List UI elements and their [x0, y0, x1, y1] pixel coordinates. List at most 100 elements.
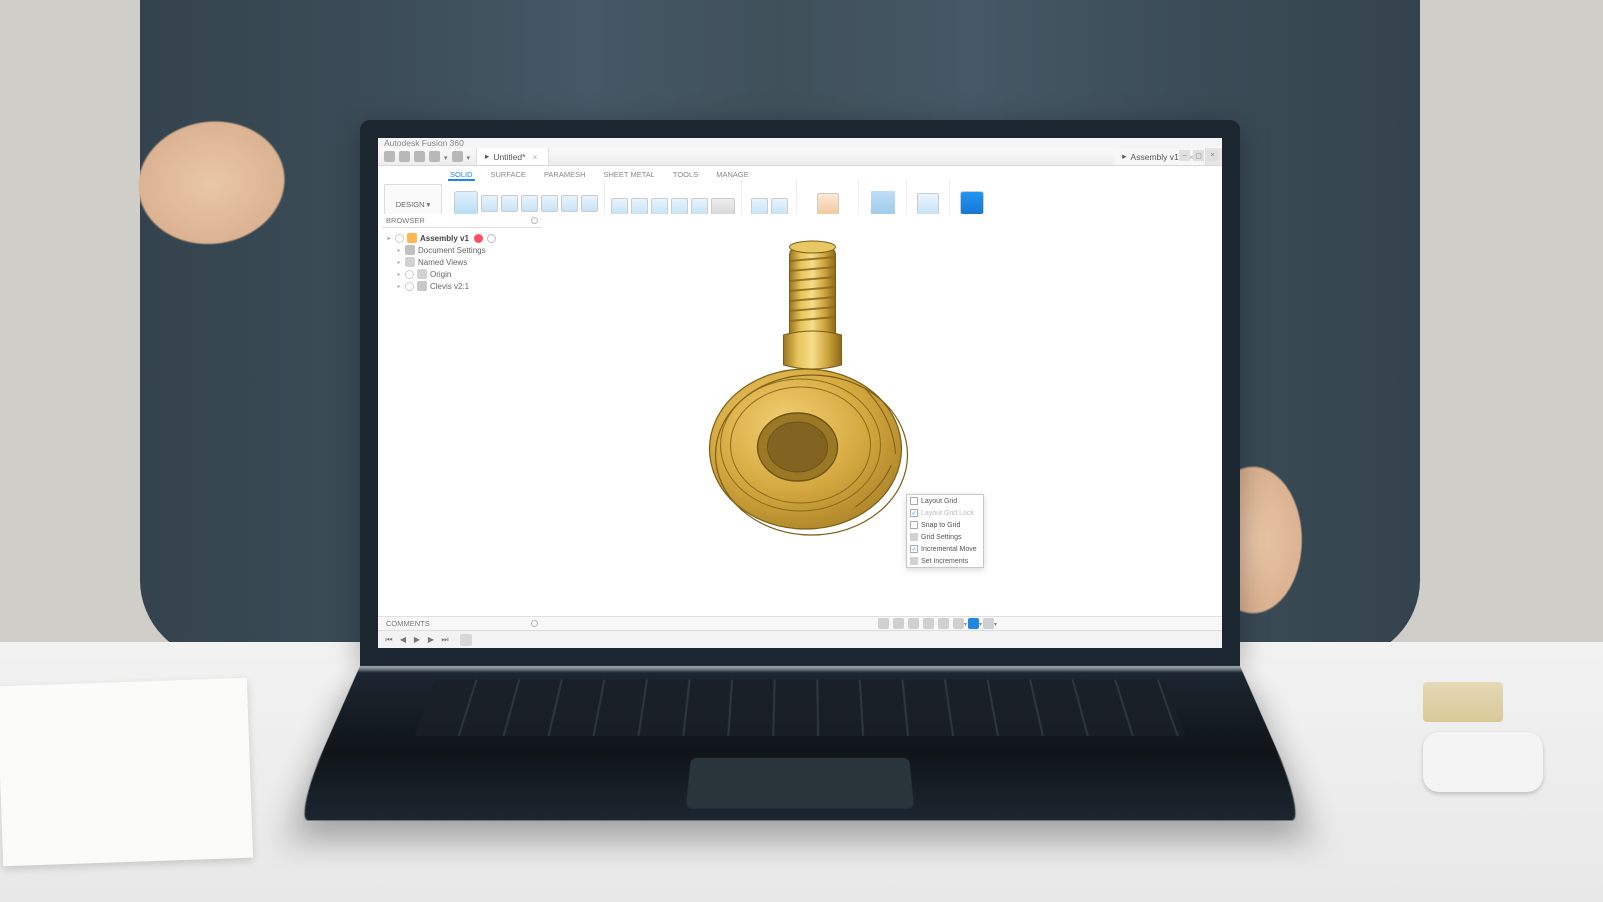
file-menu-icon[interactable]	[399, 151, 410, 162]
clevis-part[interactable]	[706, 239, 916, 559]
expand-icon[interactable]: ▸	[396, 247, 402, 254]
close-icon[interactable]: ×	[1207, 150, 1218, 161]
checkbox-icon[interactable]: ✓	[910, 545, 918, 553]
fusion-logo-icon: ▸	[485, 151, 489, 162]
redo-icon[interactable]	[452, 151, 463, 162]
checkbox-icon[interactable]	[910, 521, 918, 529]
tree-item-origin[interactable]: ▸ Origin	[382, 268, 542, 280]
shell-button[interactable]	[671, 198, 688, 215]
pan-icon[interactable]	[908, 618, 919, 629]
timeline-next-icon[interactable]: ▶	[426, 635, 436, 645]
tree-item-clevis[interactable]: ▸ Clevis v2:1	[382, 280, 542, 292]
menu-label: Layout Grid Lock	[921, 510, 974, 517]
timeline-last-icon[interactable]: ⏭	[440, 635, 450, 645]
checkbox-icon: ✓	[910, 509, 918, 517]
press-pull-button[interactable]	[611, 198, 628, 215]
fillet-button[interactable]	[631, 198, 648, 215]
gear-icon	[405, 245, 415, 255]
menu-label: Grid Settings	[921, 534, 961, 541]
timeline-bar: ⏮ ◀ ▶ ▶ ⏭	[378, 630, 1222, 648]
sketch-button[interactable]	[454, 191, 478, 215]
timeline-prev-icon[interactable]: ◀	[398, 635, 408, 645]
increments-icon	[910, 557, 918, 565]
sweep-button[interactable]	[521, 195, 538, 212]
app-title: Autodesk Fusion 360	[384, 138, 464, 148]
construct-plane-button[interactable]	[817, 193, 839, 215]
app-window: Autodesk Fusion 360 ▸ Untitled* ×	[378, 138, 1222, 648]
visibility-icon[interactable]	[405, 270, 414, 279]
comments-header[interactable]: COMMENTS	[382, 616, 542, 630]
menu-label: Layout Grid	[921, 498, 957, 505]
rib-button[interactable]	[561, 195, 578, 212]
collapse-icon[interactable]	[531, 620, 538, 627]
fusion-logo-icon: ▸	[1122, 151, 1126, 162]
loft-button[interactable]	[541, 195, 558, 212]
undo-icon[interactable]	[429, 151, 440, 162]
data-panel-icon[interactable]	[384, 151, 395, 162]
undo-dropdown-icon[interactable]	[444, 152, 448, 162]
tree-label: Named Views	[418, 258, 467, 267]
document-tab-bar: ▸ Untitled* × ▸ Assembly v1* × + – ▢ ×	[378, 148, 1222, 166]
save-icon[interactable]	[414, 151, 425, 162]
expand-icon[interactable]: ▸	[396, 271, 402, 278]
orbit-icon[interactable]	[878, 618, 889, 629]
link-icon	[417, 281, 427, 291]
redo-dropdown-icon[interactable]	[467, 152, 471, 162]
checkbox-icon[interactable]	[910, 497, 918, 505]
tree-item-named-views[interactable]: ▸ Named Views	[382, 256, 542, 268]
display-settings-icon[interactable]	[953, 618, 964, 629]
visibility-icon[interactable]	[395, 234, 404, 243]
trackpad	[686, 758, 915, 809]
grid-snap-icon[interactable]	[968, 618, 979, 629]
collapse-icon[interactable]	[531, 217, 538, 224]
visibility-icon[interactable]	[405, 282, 414, 291]
browser-tree: ▸ Assembly v1 ▸ Document Settings	[382, 228, 542, 296]
chamfer-button[interactable]	[651, 198, 668, 215]
phone-prop	[1423, 732, 1543, 792]
menu-item-snap-to-grid[interactable]: Snap to Grid	[907, 519, 983, 531]
expand-icon[interactable]: ▸	[396, 283, 402, 290]
badge-icon	[487, 234, 496, 243]
minimize-icon[interactable]: –	[1179, 150, 1190, 161]
laptop: Autodesk Fusion 360 ▸ Untitled* ×	[360, 120, 1240, 846]
menu-label: Snap to Grid	[921, 522, 960, 529]
viewport-icon[interactable]	[983, 618, 994, 629]
measure-button[interactable]	[871, 191, 895, 215]
as-built-joint-button[interactable]	[771, 198, 788, 215]
browser-header[interactable]: BROWSER	[382, 214, 542, 228]
joint-button[interactable]	[751, 198, 768, 215]
keyboard-keys	[415, 680, 1185, 736]
expand-icon[interactable]: ▸	[396, 259, 402, 266]
insert-button[interactable]	[917, 193, 939, 215]
grid-icon	[910, 533, 918, 541]
menu-item-layout-grid[interactable]: Layout Grid	[907, 495, 983, 507]
tree-label: Assembly v1	[420, 234, 469, 243]
maximize-icon[interactable]: ▢	[1193, 150, 1204, 161]
select-button[interactable]	[960, 191, 984, 215]
document-tab-untitled[interactable]: ▸ Untitled* ×	[477, 148, 549, 165]
web-button[interactable]	[581, 195, 598, 212]
tree-root[interactable]: ▸ Assembly v1	[382, 232, 542, 244]
ribbon-tabs: SOLID SURFACE PARAMESH SHEET METAL TOOLS…	[378, 166, 1222, 181]
document-tab-label: Untitled*	[493, 152, 525, 162]
close-tab-icon[interactable]: ×	[529, 152, 540, 162]
expand-icon[interactable]: ▸	[386, 235, 392, 242]
zoom-icon[interactable]	[923, 618, 934, 629]
tree-label: Clevis v2:1	[430, 282, 469, 291]
fit-icon[interactable]	[938, 618, 949, 629]
timeline-play-icon[interactable]: ▶	[412, 635, 422, 645]
folder-icon	[405, 257, 415, 267]
work-area: BROWSER ▸ Assembly v1 ▸	[378, 214, 1222, 616]
draft-button[interactable]	[691, 198, 708, 215]
move-button[interactable]	[711, 198, 735, 215]
tree-item-document-settings[interactable]: ▸ Document Settings	[382, 244, 542, 256]
menu-item-grid-settings[interactable]: Grid Settings	[907, 531, 983, 543]
comments-title: COMMENTS	[386, 619, 430, 628]
timeline-first-icon[interactable]: ⏮	[384, 635, 394, 645]
menu-item-set-increments[interactable]: Set Increments	[907, 555, 983, 567]
menu-item-incremental-move[interactable]: ✓ Incremental Move	[907, 543, 983, 555]
revolve-button[interactable]	[501, 195, 518, 212]
extrude-button[interactable]	[481, 195, 498, 212]
look-at-icon[interactable]	[893, 618, 904, 629]
timeline-feature[interactable]	[460, 634, 472, 646]
